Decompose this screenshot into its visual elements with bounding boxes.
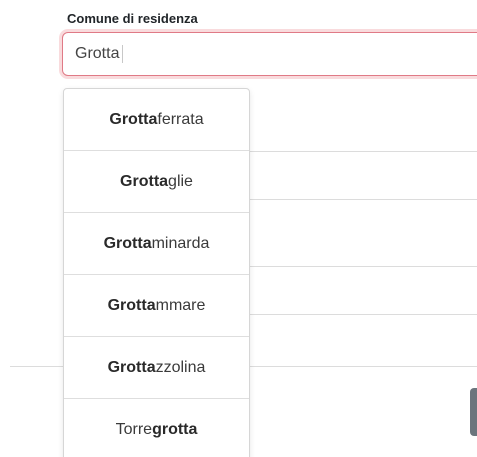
option-match: grotta [152,420,198,438]
autocomplete-option[interactable]: Torre grotta [64,399,249,457]
option-match: Grotta [120,172,169,190]
comune-input[interactable]: Grotta [62,32,477,76]
autocomplete-option[interactable]: Grotta zzolina [64,337,249,399]
autocomplete-option[interactable]: Grotta mmare [64,275,249,337]
option-match: Grotta [107,358,156,376]
form-divider [250,151,477,152]
autocomplete-option[interactable]: Grotta minarda [64,213,249,275]
option-prefix: Torre [115,420,153,438]
page: Comune di residenza Grotta Grotta ferrata… [0,0,477,457]
option-match: Grotta [103,234,152,252]
option-suffix: zzolina [155,358,206,376]
background-button[interactable] [470,388,477,436]
option-suffix: ferrata [157,110,204,128]
comune-input-value: Grotta [75,45,120,62]
autocomplete-option[interactable]: Grotta ferrata [64,89,249,151]
form-divider [250,314,477,315]
comune-label: Comune di residenza [67,11,198,26]
option-suffix: mmare [155,296,206,314]
option-match: Grotta [109,110,158,128]
autocomplete-option[interactable]: Grotta glie [64,151,249,213]
option-suffix: glie [168,172,193,190]
autocomplete-dropdown: Grotta ferrata Grotta glie Grotta minarda G… [63,88,250,457]
form-divider [250,199,477,200]
option-suffix: minarda [151,234,210,252]
option-match: Grotta [107,296,156,314]
text-caret [122,45,124,63]
form-divider [250,266,477,267]
